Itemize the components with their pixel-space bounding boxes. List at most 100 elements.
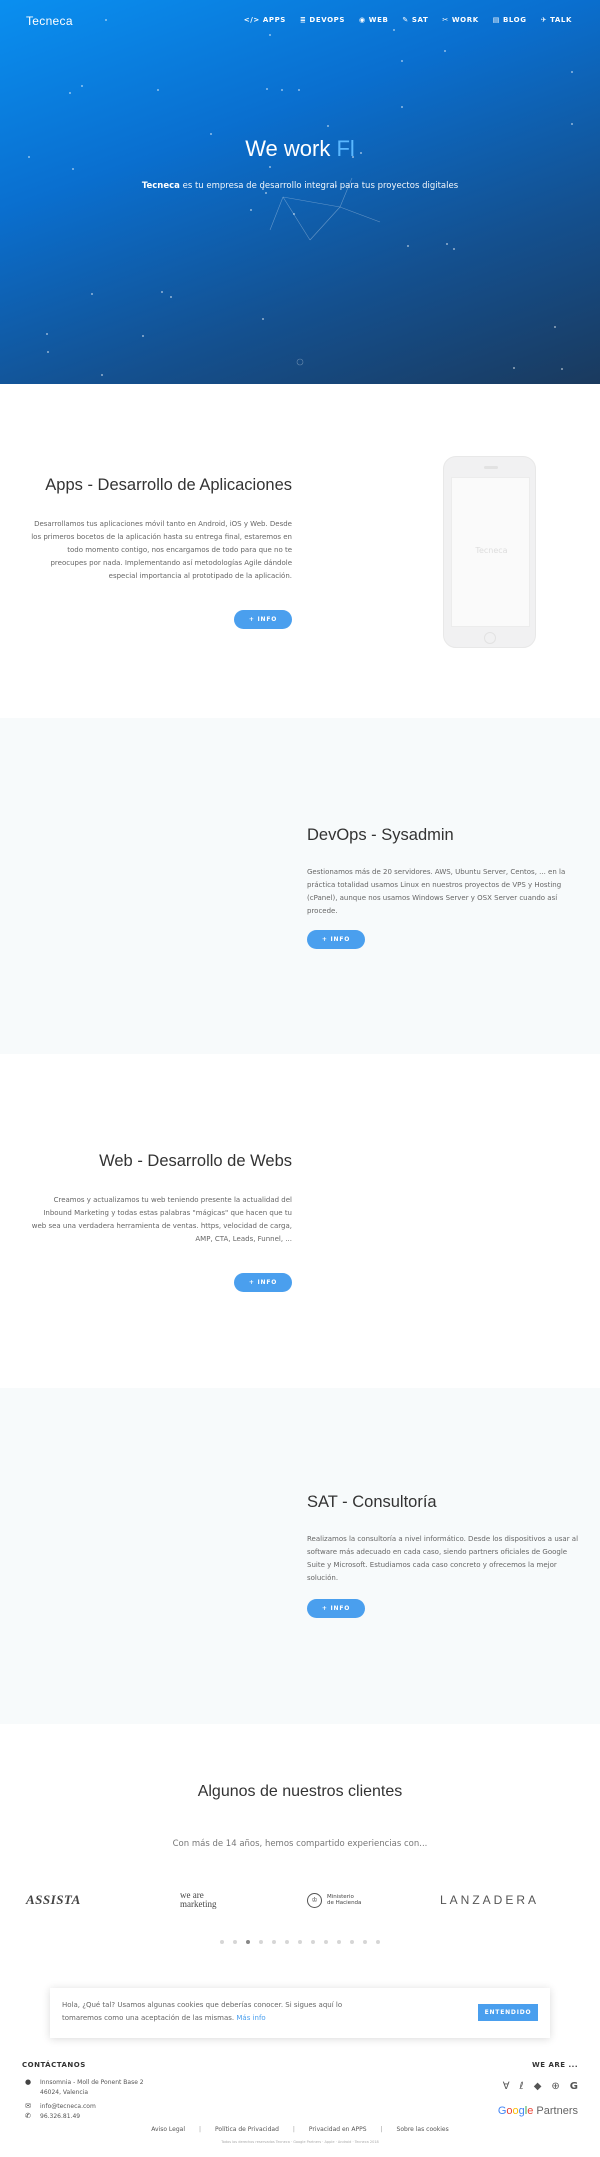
footer-phone: ✆ 96.326.81.49 [24, 2112, 81, 2121]
pager-dot[interactable] [311, 1940, 315, 1944]
map-pin-icon: ● [24, 2078, 32, 2086]
address-lines: Innsomnia - Moll de Ponent Base 2 46024,… [40, 2079, 144, 2096]
globe-icon: ◉ [359, 16, 366, 24]
footer-weare-heading: WE ARE ... [532, 2061, 578, 2069]
phone-screen: Tecneca [451, 477, 530, 627]
nav-item-work[interactable]: ✂ WORK [442, 16, 478, 24]
hero-subtitle: Tecneca es tu empresa de desarrollo inte… [0, 181, 600, 191]
phone-home-button [484, 632, 496, 644]
hero-title-main: We work [245, 136, 331, 161]
laravel-icon: ℓ [519, 2081, 524, 2092]
main-nav: </> APPS ≣ DEVOPS ◉ WEB ✎ SAT ✂ WORK ▤ BLOG ✈ T… [244, 16, 572, 24]
address-line: 46024, Valencia [40, 2089, 89, 2096]
footer-links: Aviso Legal | Política de Privacidad | P… [0, 2126, 600, 2133]
sat-title: SAT - Consultoría [307, 1493, 437, 1511]
hero-title: We work Fl [0, 136, 600, 162]
paper-plane-icon: ✈ [540, 16, 548, 24]
apps-title: Apps - Desarrollo de Aplicaciones [45, 476, 292, 494]
clients-subtitle: Con más de 14 años, hemos compartido exp… [172, 1839, 428, 1849]
footer-legal-text: Todos los derechos reservados Tecneca · … [221, 2140, 379, 2144]
google-icon: G [569, 2081, 578, 2092]
hero-network-lines [269, 177, 381, 366]
hero-subtitle-text: es tu empresa de desarrollo integral par… [179, 181, 459, 191]
pager-dot[interactable] [363, 1940, 367, 1944]
vue-icon: ∀ [502, 2081, 510, 2092]
android-icon: ⊕ [551, 2081, 560, 2092]
footer-email-link[interactable]: info@tecneca.com [40, 2103, 96, 2110]
tech-partner-icons: ∀ ℓ ◆ ⊕ G [503, 2081, 578, 2092]
nav-item-sat[interactable]: ✎ SAT [402, 16, 428, 24]
envelope-icon: ✉ [25, 2102, 31, 2110]
phone-mockup: Tecneca [443, 456, 536, 648]
pager-dot[interactable] [246, 1940, 250, 1944]
nav-item-apps[interactable]: </> APPS [244, 16, 286, 24]
pager-dot[interactable] [337, 1940, 341, 1944]
pager-dot[interactable] [285, 1940, 289, 1944]
sat-description: Realizamos la consultoría a nivel inform… [307, 1535, 579, 1582]
sat-info-button[interactable]: + INFO [307, 1599, 365, 1618]
pager-dot[interactable] [220, 1940, 224, 1944]
nav-label: BLOG [502, 16, 527, 24]
tools-icon: ✂ [442, 16, 449, 24]
cookie-more-info-link[interactable]: Más info [236, 2014, 265, 2022]
hero-section: Tecneca </> APPS ≣ DEVOPS ◉ WEB ✎ SAT ✂ WORK … [0, 0, 600, 384]
web-description: Creamos y actualizamos tu web teniendo p… [31, 1196, 292, 1243]
client-logo-wearemarketing[interactable]: we are marketing [180, 1885, 217, 1915]
newspaper-icon: ▤ [492, 16, 500, 24]
clients-title: Algunos de nuestros clientes [197, 1783, 403, 1800]
footer-separator: | [199, 2126, 202, 2133]
apps-info-button[interactable]: + INFO [234, 610, 292, 629]
cookie-banner: Hola, ¿Qué tal? Usamos algunas cookies q… [50, 1988, 550, 2038]
code-icon: </> [243, 16, 260, 24]
cookie-message: Hola, ¿Qué tal? Usamos algunas cookies q… [62, 1999, 362, 2025]
client-logo-hacienda[interactable]: ♔ Ministerio de Hacienda [307, 1885, 361, 1915]
cookie-accept-button[interactable]: ENTENDIDO [478, 2004, 538, 2021]
footer-phone-number: 96.326.81.49 [40, 2113, 81, 2120]
devops-info-button[interactable]: + INFO [307, 930, 365, 949]
phone-icon: ✆ [25, 2112, 31, 2120]
clients-carousel: ASSISTA we are marketing ♔ Ministerio de… [0, 1885, 600, 1915]
web-title: Web - Desarrollo de Webs [99, 1152, 292, 1170]
site-footer: CONTÁCTANOS WE ARE ... ● Innsomnia - Mol… [0, 2055, 600, 2157]
nav-label: TALK [550, 16, 572, 24]
nav-label: DEVOPS [309, 16, 346, 24]
site-logo[interactable]: Tecneca [26, 14, 73, 28]
web-section: Web - Desarrollo de Webs Creamos y actua… [0, 1054, 600, 1388]
nav-item-talk[interactable]: ✈ TALK [541, 16, 572, 24]
client-logo-line: marketing [180, 1899, 217, 1909]
pager-dot[interactable] [233, 1940, 237, 1944]
footer-link-cookies[interactable]: Sobre las cookies [397, 2126, 449, 2133]
footer-link-aviso-legal[interactable]: Aviso Legal [151, 2126, 185, 2133]
coat-of-arms-icon: ♔ [307, 1892, 322, 1908]
pager-dot[interactable] [298, 1940, 302, 1944]
nav-label: SAT [411, 16, 429, 24]
nav-item-devops[interactable]: ≣ DEVOPS [300, 16, 345, 24]
nav-item-blog[interactable]: ▤ BLOG [493, 16, 527, 24]
nav-label: WORK [451, 16, 479, 24]
nav-item-web[interactable]: ◉ WEB [359, 16, 388, 24]
devops-description: Gestionamos más de 20 servidores. AWS, U… [307, 868, 566, 915]
google-partners-badge[interactable]: Google Partners [498, 2105, 578, 2117]
footer-link-privacidad[interactable]: Política de Privacidad [215, 2126, 279, 2133]
pager-dot[interactable] [272, 1940, 276, 1944]
hero-title-typed: Fl [336, 136, 355, 161]
pager-dot[interactable] [376, 1940, 380, 1944]
devops-section: DevOps - Sysadmin Gestionamos más de 20 … [0, 718, 600, 1054]
client-logo-assista[interactable]: ASSISTA [26, 1885, 81, 1915]
server-icon: ≣ [299, 16, 307, 24]
pager-dot[interactable] [350, 1940, 354, 1944]
footer-email: ✉ info@tecneca.com [24, 2102, 96, 2111]
client-logo-lanzadera[interactable]: LANZADERA [440, 1885, 539, 1915]
apps-description: Desarrollamos tus aplicaciones móvil tan… [31, 520, 292, 580]
web-info-button[interactable]: + INFO [234, 1273, 292, 1292]
nav-label: APPS [262, 16, 286, 24]
footer-address: ● Innsomnia - Moll de Ponent Base 2 4602… [24, 2078, 144, 2097]
pager-dot[interactable] [259, 1940, 263, 1944]
client-logo-text: Ministerio de Hacienda [327, 1894, 361, 1906]
sat-section: SAT - Consultoría Realizamos la consulto… [0, 1388, 600, 1724]
pager-dot[interactable] [324, 1940, 328, 1944]
apple-icon: ◆ [533, 2081, 542, 2092]
address-line: Innsomnia - Moll de Ponent Base 2 [40, 2079, 144, 2086]
carousel-pager [0, 1940, 600, 1944]
footer-link-privacidad-apps[interactable]: Privacidad en APPS [309, 2126, 367, 2133]
